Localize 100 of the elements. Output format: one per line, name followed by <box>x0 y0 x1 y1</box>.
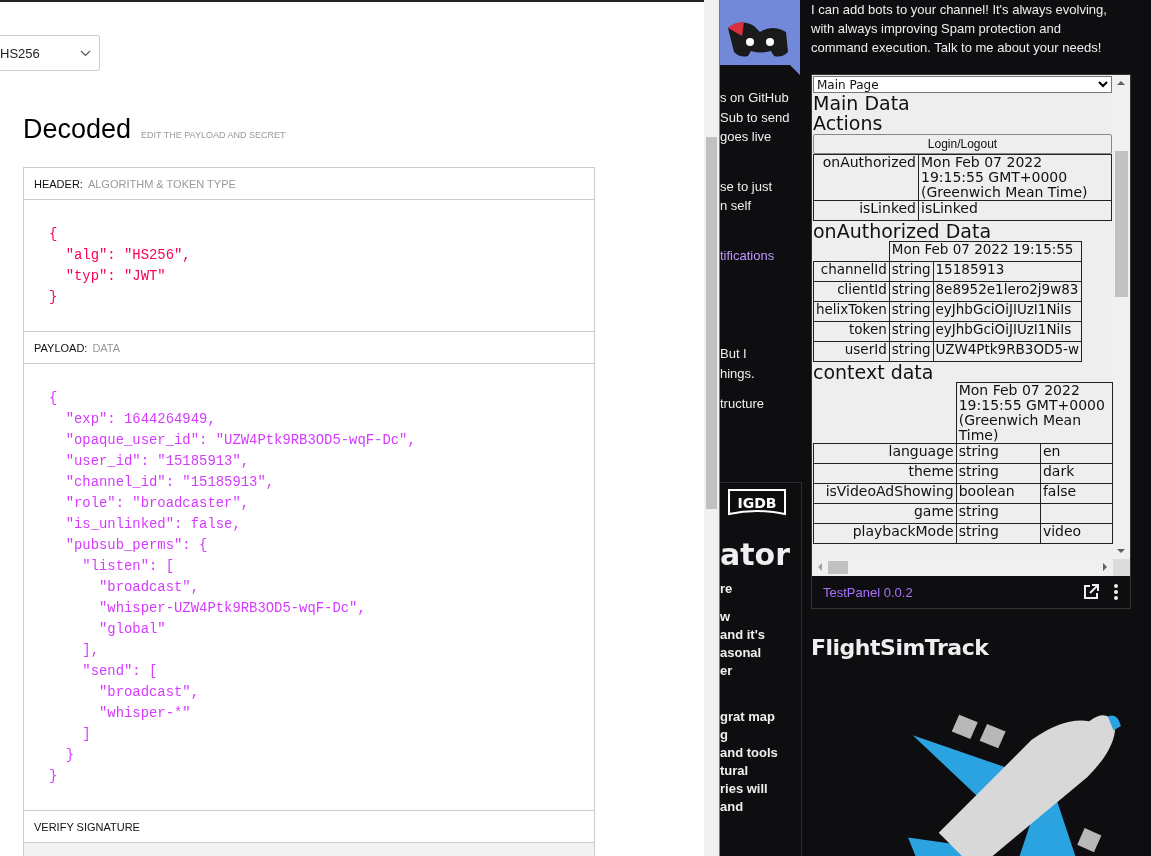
table-cell: string <box>956 463 1041 484</box>
text-fragment: tural <box>720 761 749 780</box>
link[interactable]: tifications <box>720 245 775 265</box>
scroll-thumb[interactable] <box>1115 151 1128 297</box>
heading: Main Data <box>813 93 910 113</box>
table-cell: string <box>889 261 934 282</box>
scroll-up-icon[interactable] <box>1117 79 1125 87</box>
code-line: { <box>49 389 58 408</box>
code-line: "whisper-UZW4Ptk9RB3OD5-wqF-Dc", <box>98 599 366 618</box>
table-cell: eyJhbGciOiJIUzI1NiIs <box>933 301 1082 322</box>
popout-icon[interactable] <box>1083 584 1099 600</box>
code-line: { <box>49 225 58 244</box>
code-line: "alg": "HS256", <box>64 246 191 265</box>
chevron-down-icon <box>1098 81 1108 88</box>
text-fragment: grat map <box>720 707 775 726</box>
code-line: "opaque_user_id": "UZW4Ptk9RB3OD5-wqF-Dc", <box>64 431 416 450</box>
code-line: } <box>49 288 58 307</box>
table-cell: userId <box>813 341 890 362</box>
card-title: ator <box>720 535 790 574</box>
table-cell: string <box>889 281 934 302</box>
description-text: I can add bots to your channel! It's always evolving, with always improving Spam protection and command execution. Talk to me about your needs! <box>811 1 1108 57</box>
scroll-thumb[interactable] <box>706 137 717 509</box>
table-cell: Mon Feb 07 2022 19:15:55 <box>889 241 1082 262</box>
table-cell: string <box>956 523 1041 544</box>
text-fragment: n self <box>720 197 752 215</box>
code-line: "role": "broadcaster", <box>64 494 250 513</box>
table-cell: string <box>956 443 1041 464</box>
code-line: ] <box>81 725 91 744</box>
table-cell: UZW4Ptk9RB3OD5-w <box>933 341 1082 362</box>
table-cell: isVideoAdShowing <box>813 483 957 504</box>
text-fragment: s on GitHub <box>720 89 789 107</box>
code-line: "broadcast", <box>98 683 200 702</box>
chevron-down-icon <box>80 49 91 57</box>
table-cell: clientId <box>813 281 890 302</box>
table-cell: false <box>1040 483 1113 504</box>
extension-name: TestPanel 0.0.2 <box>823 584 914 600</box>
heading: onAuthorized Data <box>813 221 992 241</box>
table-cell: playbackMode <box>813 523 957 544</box>
table-cell: Mon Feb 07 2022 19:15:55 GMT+0000 (Greenwich Mean Time) <box>918 154 1112 201</box>
login-button[interactable]: Login/Logout <box>813 134 1112 154</box>
table-cell: dark <box>1040 463 1113 484</box>
table-cell: language <box>813 443 957 464</box>
scrollbar[interactable] <box>704 0 719 856</box>
more-options-icon[interactable] <box>1113 583 1119 601</box>
text-fragment: ries will <box>720 779 768 798</box>
code-line: "listen": [ <box>81 557 175 576</box>
text-fragment: and tools <box>720 743 778 762</box>
algorithm-select[interactable]: HS256 <box>0 35 100 71</box>
code-line: "channel_id": "15185913", <box>64 473 275 492</box>
table-cell: boolean <box>956 483 1041 504</box>
table-cell: string <box>889 321 934 342</box>
table-cell: token <box>813 321 890 342</box>
text-fragment: asonal <box>720 643 762 662</box>
table-cell: isLinked <box>918 200 1112 221</box>
table-cell: eyJhbGciOiJIUzI1NiIs <box>933 321 1082 342</box>
table-cell: string <box>889 341 934 362</box>
text-fragment: and <box>720 797 744 816</box>
table-cell: video <box>1040 523 1113 544</box>
text-fragment: w <box>720 607 731 626</box>
text-fragment: hings. <box>720 364 755 383</box>
section-title: Decoded <box>23 114 132 145</box>
code-line: ], <box>81 641 99 660</box>
code-line: "is_unlinked": false, <box>64 515 241 534</box>
text-fragment: Sub to send <box>720 108 790 127</box>
section-subtitle: EDIT THE PAYLOAD AND SECRET <box>141 130 286 140</box>
table-cell: Mon Feb 07 2022 19:15:55 GMT+0000 (Greenwich Mean Time) <box>956 382 1113 444</box>
extension-title: FlightSimTrack <box>811 635 989 660</box>
scroll-thumb[interactable] <box>828 561 848 574</box>
code-line: } <box>49 767 58 786</box>
scroll-left-icon[interactable] <box>816 563 824 571</box>
code-line: } <box>64 746 74 765</box>
table-cell: en <box>1040 443 1113 464</box>
table-cell: string <box>889 301 934 322</box>
table-cell: 15185913 <box>933 261 1082 282</box>
code-line: "broadcast", <box>98 578 200 597</box>
text-fragment: and it's <box>720 625 765 644</box>
table-cell: isLinked <box>813 200 919 221</box>
heading: context data <box>813 362 934 382</box>
table-cell: 8e8952e1lero2j9w83 <box>933 281 1082 302</box>
text-fragment: goes live <box>720 128 772 146</box>
scrollbar-corner <box>1113 559 1130 576</box>
heading: Actions <box>813 113 883 133</box>
text-fragment: se to just <box>720 177 773 196</box>
section-label: HEADER: <box>34 177 83 190</box>
code-line: "pubsub_perms": { <box>64 536 208 555</box>
logo-badge: IGDB <box>727 487 787 518</box>
text-fragment: g <box>720 725 728 744</box>
table-cell: onAuthorized <box>813 154 919 201</box>
section-label: VERIFY SIGNATURE <box>34 820 140 833</box>
table-cell: theme <box>813 463 957 484</box>
section-hint: ALGORITHM & TOKEN TYPE <box>87 177 236 190</box>
page-select[interactable]: Main Page <box>813 76 1112 93</box>
text-fragment: er <box>720 661 733 680</box>
section-label: PAYLOAD: <box>34 341 88 354</box>
scroll-right-icon[interactable] <box>1101 563 1109 571</box>
table-cell: string <box>956 503 1041 524</box>
scroll-down-icon[interactable] <box>1117 547 1125 555</box>
code-line: "whisper-*" <box>98 704 191 723</box>
text-fragment: re <box>720 579 733 598</box>
table-cell: channelId <box>813 261 890 282</box>
